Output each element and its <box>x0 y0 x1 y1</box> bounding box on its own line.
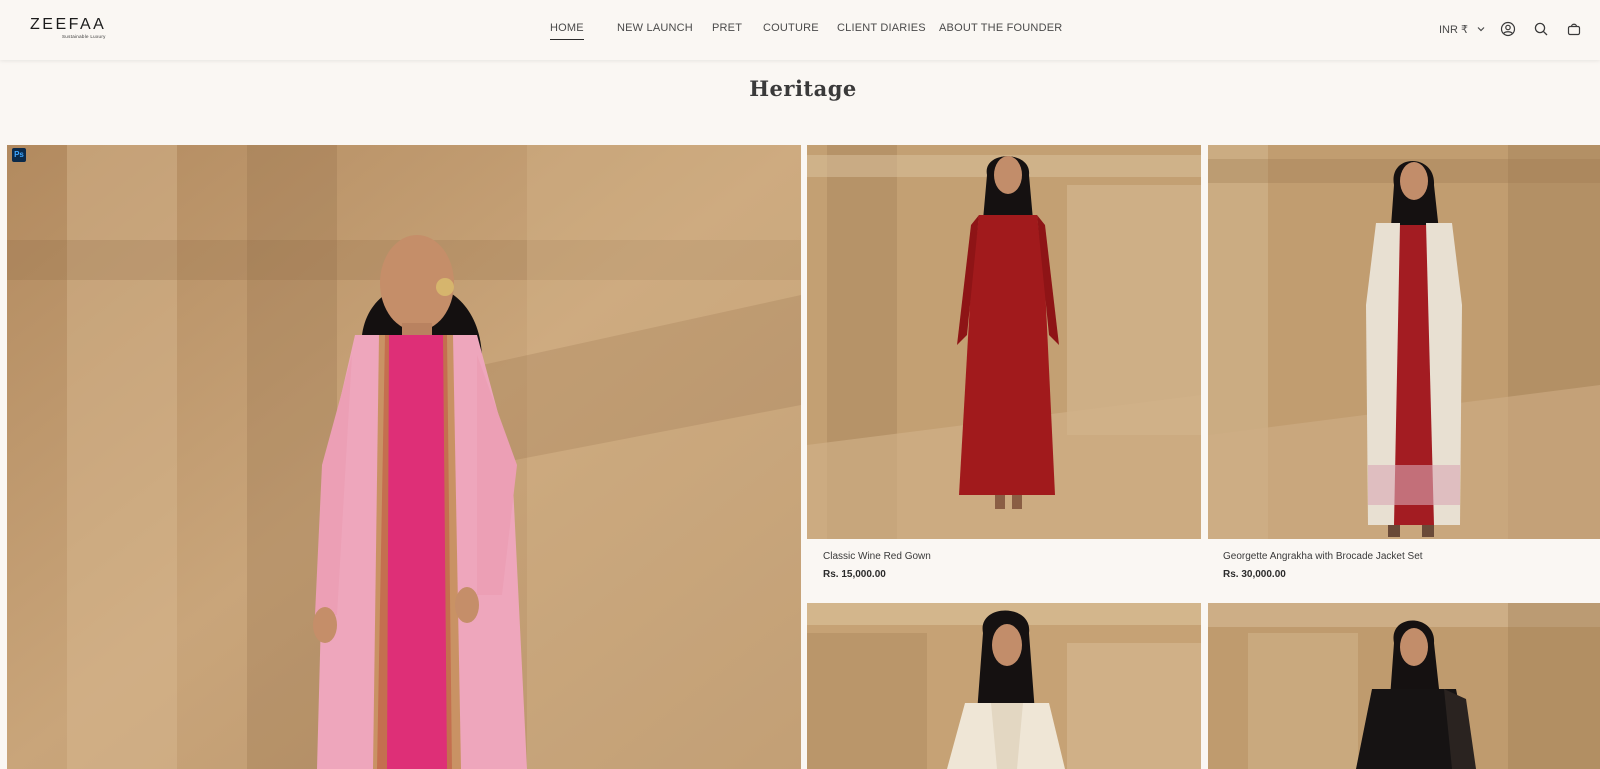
nav-home[interactable]: HOME <box>550 22 584 40</box>
nav-couture[interactable]: COUTURE <box>763 22 819 34</box>
brand-logo[interactable]: ZEEFAA Sustainable Luxury <box>30 16 106 39</box>
page-title: Heritage <box>749 76 857 101</box>
product-price-1: Rs. 15,000.00 <box>823 569 886 580</box>
account-icon[interactable] <box>1500 21 1516 37</box>
product-price-2: Rs. 30,000.00 <box>1223 569 1286 580</box>
site-header: ZEEFAA Sustainable Luxury HOME NEW LAUNC… <box>0 0 1600 60</box>
product-image-1[interactable] <box>807 145 1201 539</box>
product-name-1[interactable]: Classic Wine Red Gown <box>823 551 931 562</box>
nav-pret[interactable]: PRET <box>712 22 742 34</box>
nav-about-founder[interactable]: ABOUT THE FOUNDER <box>939 22 1062 34</box>
nav-client-diaries[interactable]: CLIENT DIARIES <box>837 22 926 34</box>
currency-selector[interactable]: INR ₹ <box>1439 23 1485 36</box>
product-image-3[interactable] <box>807 603 1201 769</box>
product-image-2[interactable] <box>1208 145 1600 539</box>
product-name-2[interactable]: Georgette Angrakha with Brocade Jacket S… <box>1223 551 1423 562</box>
currency-label: INR ₹ <box>1439 24 1468 36</box>
ps-badge: Ps <box>12 148 26 162</box>
cart-icon[interactable] <box>1566 21 1582 37</box>
product-image-4[interactable] <box>1208 603 1600 769</box>
brand-name: ZEEFAA <box>30 16 107 33</box>
chevron-down-icon <box>1477 23 1485 35</box>
feature-image[interactable] <box>7 145 801 769</box>
brand-tagline: Sustainable Luxury <box>62 34 106 39</box>
search-icon[interactable] <box>1533 21 1549 37</box>
nav-new-launch[interactable]: NEW LAUNCH <box>617 22 693 34</box>
